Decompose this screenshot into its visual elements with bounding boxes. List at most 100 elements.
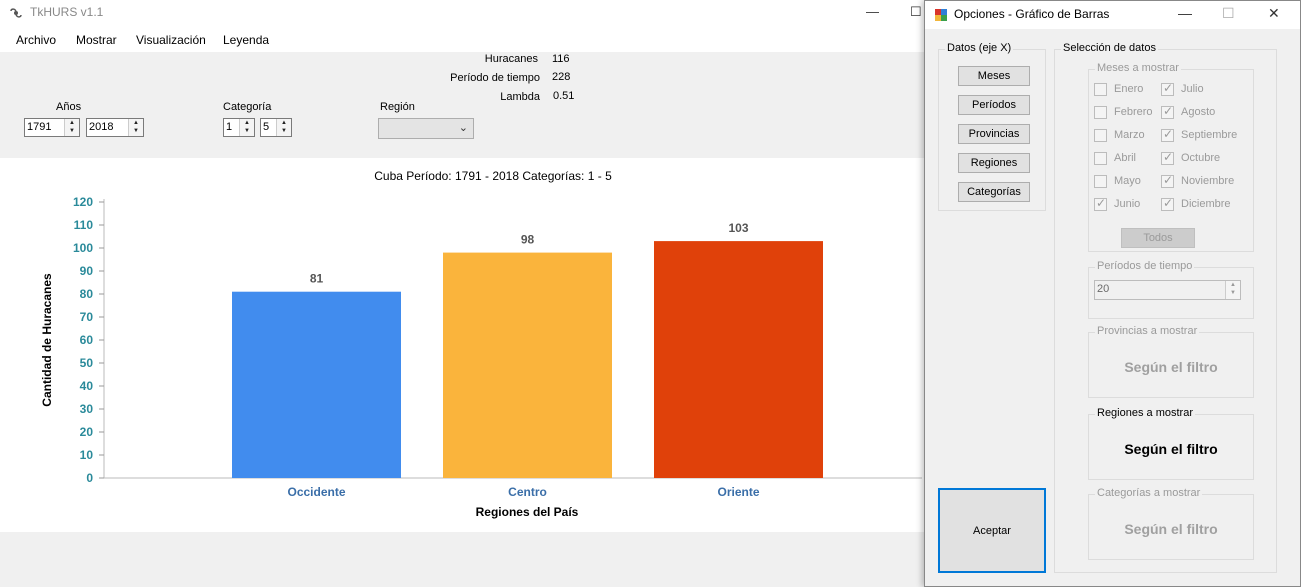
checkbox-box xyxy=(1094,175,1107,188)
anos-label: Años xyxy=(56,101,82,113)
app-icon xyxy=(10,8,22,18)
categorias-filter-text: Según el filtro xyxy=(1124,521,1218,537)
spin-down-icon: ▼ xyxy=(1230,290,1236,296)
month-label: Diciembre xyxy=(1181,198,1231,210)
cat-desde-value: 1 xyxy=(226,121,233,133)
x-category-label: Oriente xyxy=(717,485,759,499)
bar-oriente xyxy=(654,241,823,478)
cat-desde-stepper[interactable]: 1 ▲ ▼ xyxy=(223,118,255,137)
x-axis-title: Regiones del País xyxy=(476,505,579,519)
spin-up-icon: ▲ xyxy=(1230,282,1236,288)
y-tick-label: 100 xyxy=(73,241,93,255)
y-tick-label: 20 xyxy=(80,425,94,439)
x-category-label: Occidente xyxy=(287,485,345,499)
datos-group: Datos (eje X) Meses Períodos Provincias … xyxy=(938,42,1046,211)
month-label: Marzo xyxy=(1114,129,1145,141)
periodos-value: 20 xyxy=(1097,283,1110,295)
maximize-icon: ☐ xyxy=(1222,5,1235,21)
bar-occidente xyxy=(232,291,401,478)
spin-down-icon[interactable]: ▼ xyxy=(240,127,254,135)
regiones-button[interactable]: Regiones xyxy=(958,153,1030,173)
check-icon: ✓ xyxy=(1163,150,1174,164)
bar-value-label: 98 xyxy=(521,233,535,247)
provincias-group: Provincias a mostrar Según el filtro xyxy=(1088,325,1254,398)
spin-up-icon[interactable]: ▲ xyxy=(129,119,143,127)
controls-panel: Huracanes 116 Período de tiempo 228 Lamb… xyxy=(0,52,925,158)
month-label: Febrero xyxy=(1114,106,1153,118)
minimize-icon[interactable]: — xyxy=(1178,5,1192,21)
y-tick-label: 0 xyxy=(86,471,93,485)
check-icon: ✓ xyxy=(1096,196,1107,210)
periodos-stepper: 20 ▲ ▼ xyxy=(1094,280,1241,300)
periodos-group-legend: Períodos de tiempo xyxy=(1095,260,1195,272)
checkbox-box: ✓ xyxy=(1161,104,1174,119)
month-label: Agosto xyxy=(1181,106,1216,118)
categorias-group-legend: Categorías a mostrar xyxy=(1095,487,1203,499)
bar-centro xyxy=(443,252,612,478)
periodos-button[interactable]: Períodos xyxy=(958,95,1030,115)
y-tick-label: 50 xyxy=(80,356,94,370)
menu-mostrar[interactable]: Mostrar xyxy=(76,33,117,47)
y-tick-label: 10 xyxy=(80,448,94,462)
periodos-group: Períodos de tiempo 20 ▲ ▼ xyxy=(1088,260,1254,319)
y-tick-label: 70 xyxy=(80,310,94,324)
ano-hasta-value: 2018 xyxy=(89,121,114,133)
aceptar-button[interactable]: Aceptar xyxy=(938,488,1046,573)
periodo-value: 228 xyxy=(552,71,571,83)
minimize-icon[interactable]: — xyxy=(866,4,879,19)
y-tick-label: 60 xyxy=(80,333,94,347)
meses-group: Meses a mostrar Enero Febrero Marzo Abril Ma… xyxy=(1088,62,1254,252)
month-label: Abril xyxy=(1114,152,1137,164)
check-icon: ✓ xyxy=(1163,104,1174,118)
y-tick-label: 120 xyxy=(73,195,93,209)
y-tick-label: 110 xyxy=(74,218,94,232)
ano-hasta-stepper[interactable]: 2018 ▲ ▼ xyxy=(86,118,144,137)
y-tick-label: 90 xyxy=(80,264,94,278)
region-label: Región xyxy=(380,101,415,113)
ano-desde-value: 1791 xyxy=(27,121,52,133)
regiones-group: Regiones a mostrar Según el filtro xyxy=(1088,407,1254,480)
month-label: Octubre xyxy=(1181,152,1221,164)
y-axis-title: Cantidad de Huracanes xyxy=(40,273,54,407)
options-dialog: Opciones - Gráfico de Barras — ☐ ✕ Datos… xyxy=(924,0,1301,587)
spin-up-icon[interactable]: ▲ xyxy=(240,119,254,127)
spin-down-icon[interactable]: ▼ xyxy=(129,127,143,135)
month-label: Noviembre xyxy=(1181,175,1235,187)
cat-hasta-stepper[interactable]: 5 ▲ ▼ xyxy=(260,118,292,137)
cat-hasta-value: 5 xyxy=(263,121,270,133)
checkbox-box: ✓ xyxy=(1094,196,1107,211)
checkbox-box xyxy=(1094,83,1107,96)
meses-button[interactable]: Meses xyxy=(958,66,1030,86)
checkbox-box xyxy=(1094,152,1107,165)
checkbox-box xyxy=(1094,129,1107,142)
provincias-filter-text: Según el filtro xyxy=(1124,359,1218,375)
check-icon: ✓ xyxy=(1163,127,1174,141)
month-label: Junio xyxy=(1114,198,1141,210)
close-icon[interactable]: ✕ xyxy=(1268,5,1280,22)
categorias-button[interactable]: Categorías xyxy=(958,182,1030,202)
categorias-group: Categorías a mostrar Según el filtro xyxy=(1088,487,1254,560)
checkbox-box: ✓ xyxy=(1161,81,1174,96)
check-icon: ✓ xyxy=(1163,173,1174,187)
todos-button: Todos xyxy=(1121,228,1195,248)
checkbox-box xyxy=(1094,106,1107,119)
app-title: TkHURS v1.1 xyxy=(30,5,104,19)
spin-up-icon[interactable]: ▲ xyxy=(277,119,291,127)
checkbox-box: ✓ xyxy=(1161,127,1174,142)
bar-chart: Cuba Período: 1791 - 2018 Categorías: 1 … xyxy=(40,169,922,519)
check-icon: ✓ xyxy=(1163,196,1174,210)
chart-panel: Cuba Período: 1791 - 2018 Categorías: 1 … xyxy=(0,158,925,532)
bar-value-label: 81 xyxy=(310,272,324,286)
month-label: Mayo xyxy=(1114,175,1141,187)
ano-desde-stepper[interactable]: 1791 ▲ ▼ xyxy=(24,118,80,137)
provincias-button[interactable]: Provincias xyxy=(958,124,1030,144)
y-tick-label: 80 xyxy=(80,287,94,301)
spin-down-icon[interactable]: ▼ xyxy=(65,127,79,135)
menu-leyenda[interactable]: Leyenda xyxy=(223,33,269,47)
menu-archivo[interactable]: Archivo xyxy=(16,33,56,47)
menu-visualizacion[interactable]: Visualización xyxy=(136,33,206,47)
spin-down-icon[interactable]: ▼ xyxy=(277,127,291,135)
maximize-icon[interactable]: ☐ xyxy=(910,4,922,20)
spin-up-icon[interactable]: ▲ xyxy=(65,119,79,127)
region-select[interactable]: ⌄ xyxy=(378,118,474,139)
